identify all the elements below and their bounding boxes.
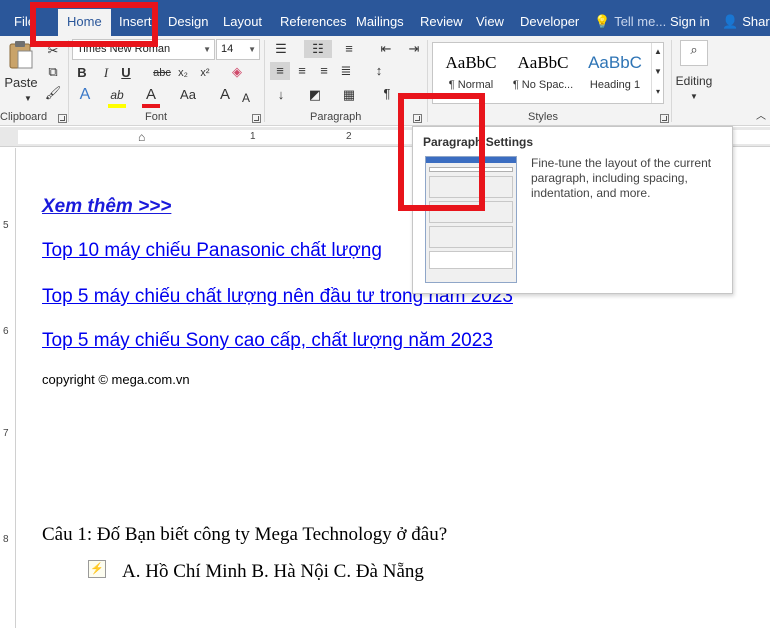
styles-group-label: Styles (528, 111, 558, 123)
borders-icon[interactable]: ▦ (338, 86, 360, 104)
italic-button[interactable]: I (98, 64, 114, 82)
font-launcher-icon[interactable] (252, 114, 261, 123)
divider (264, 40, 265, 122)
ruler-number: 8 (3, 534, 9, 545)
ribbon: Paste ▼ ✂ ⧉ 🖌 Clipboard Times New Roman ▼… (0, 36, 770, 126)
chevron-down-icon: ▼ (203, 45, 211, 54)
font-color-button[interactable]: A (142, 86, 160, 108)
ruler-number: 2 (346, 131, 352, 142)
style-normal[interactable]: AaBbC ¶ Normal (435, 47, 507, 99)
decrease-indent-icon[interactable]: ⇤ (376, 40, 396, 58)
sort-icon[interactable]: ↓ (270, 86, 292, 104)
shrink-font-button[interactable]: A (240, 89, 252, 107)
highlight-box-tabs (30, 2, 158, 47)
tab-design[interactable]: Design (168, 10, 208, 34)
underline-button[interactable]: U (118, 64, 134, 82)
clipboard-launcher-icon[interactable] (58, 114, 67, 123)
clipboard-group-label: Clipboard (0, 111, 48, 123)
change-case-button[interactable]: Aa (174, 86, 202, 104)
tab-references[interactable]: References (280, 10, 346, 34)
ruler-number: 5 (3, 220, 9, 231)
numbering-icon[interactable]: ☷ (304, 40, 332, 58)
format-painter-icon[interactable]: 🖌 (44, 84, 62, 102)
bold-button[interactable]: B (74, 64, 90, 82)
collapse-ribbon-icon[interactable]: ︿ (754, 108, 768, 126)
doc-link[interactable]: Top 5 máy chiếu Sony cao cấp, chất lượng… (42, 330, 493, 352)
shading-icon[interactable]: ◩ (304, 86, 326, 104)
sign-in-link[interactable]: Sign in (670, 10, 710, 34)
see-more-text: Xem thêm >>> (42, 196, 172, 217)
line-spacing-icon[interactable]: ↕ (368, 62, 390, 80)
tooltip-description: Fine-tune the layout of the current para… (531, 156, 712, 200)
paste-dropdown-icon[interactable]: ▼ (22, 90, 34, 108)
increase-indent-icon[interactable]: ⇥ (404, 40, 424, 58)
subscript-button[interactable]: x₂ (174, 64, 192, 82)
person-icon: 👤 (722, 14, 739, 29)
indent-marker-icon[interactable]: ⌂ (138, 130, 145, 144)
question-text: Câu 1: Đố Bạn biết công ty Mega Technolo… (42, 524, 448, 545)
tell-me-box[interactable]: 💡 Tell me... (594, 10, 666, 34)
scroll-up-icon[interactable]: ▲ (651, 43, 664, 63)
grow-font-button[interactable]: A (218, 86, 232, 104)
chevron-down-icon[interactable]: ▼ (688, 88, 700, 106)
chevron-down-icon: ▼ (248, 45, 256, 54)
vertical-ruler[interactable]: 5 6 7 8 (0, 148, 16, 628)
doc-link[interactable]: Top 10 máy chiếu Panasonic chất lượng (42, 240, 382, 262)
copy-icon[interactable]: ⧉ (44, 63, 62, 81)
style-heading-1[interactable]: AaBbC Heading 1 (579, 47, 651, 99)
superscript-button[interactable]: x² (196, 64, 214, 82)
ruler-number: 1 (250, 131, 256, 142)
divider (68, 40, 69, 122)
multilevel-list-icon[interactable]: ≡ (338, 40, 360, 58)
answers-text: A. Hồ Chí Minh B. Hà Nội C. Đà Nẵng (122, 561, 424, 582)
paragraph-group-label: Paragraph (310, 111, 362, 123)
autocorrect-options-icon[interactable]: ⚡ (88, 560, 106, 578)
highlight-button[interactable]: ab (108, 86, 126, 108)
highlight-box-launcher (398, 93, 485, 211)
clear-formatting-icon[interactable]: ◈ (228, 63, 246, 81)
tab-view[interactable]: View (476, 10, 504, 34)
align-center-icon[interactable]: ≡ (292, 62, 312, 80)
dialog-section-spacing (429, 226, 513, 248)
show-formatting-button[interactable]: ¶ (380, 85, 394, 103)
tab-layout[interactable]: Layout (223, 10, 262, 34)
font-group-label: Font (145, 111, 168, 123)
font-size-combo[interactable]: 14 ▼ (216, 39, 260, 60)
share-button[interactable]: 👤Share (722, 10, 770, 34)
styles-launcher-icon[interactable] (660, 114, 669, 123)
scroll-down-icon[interactable]: ▼ (651, 63, 664, 83)
more-styles-icon[interactable]: ▾ (651, 83, 664, 103)
search-icon[interactable]: ⌕ (680, 40, 708, 66)
dialog-section-preview (429, 251, 513, 269)
lightbulb-icon: 💡 (594, 14, 611, 29)
tab-mailings[interactable]: Mailings (356, 10, 404, 34)
justify-icon[interactable]: ≣ (336, 62, 356, 80)
style-no-spacing[interactable]: AaBbC ¶ No Spac... (507, 47, 579, 99)
align-right-icon[interactable]: ≡ (314, 62, 334, 80)
text-effects-button[interactable]: A (76, 86, 94, 104)
copyright-text: copyright © mega.com.vn (42, 372, 190, 387)
ruler-number: 7 (3, 428, 9, 439)
bullets-icon[interactable]: ☰ (270, 40, 292, 58)
tab-review[interactable]: Review (420, 10, 463, 34)
align-left-icon[interactable]: ≡ (270, 62, 290, 80)
tab-developer[interactable]: Developer (520, 10, 579, 34)
strikethrough-button[interactable]: abc (150, 64, 174, 82)
ruler-number: 6 (3, 326, 9, 337)
see-more-heading[interactable]: Xem thêm >>> (42, 196, 171, 218)
